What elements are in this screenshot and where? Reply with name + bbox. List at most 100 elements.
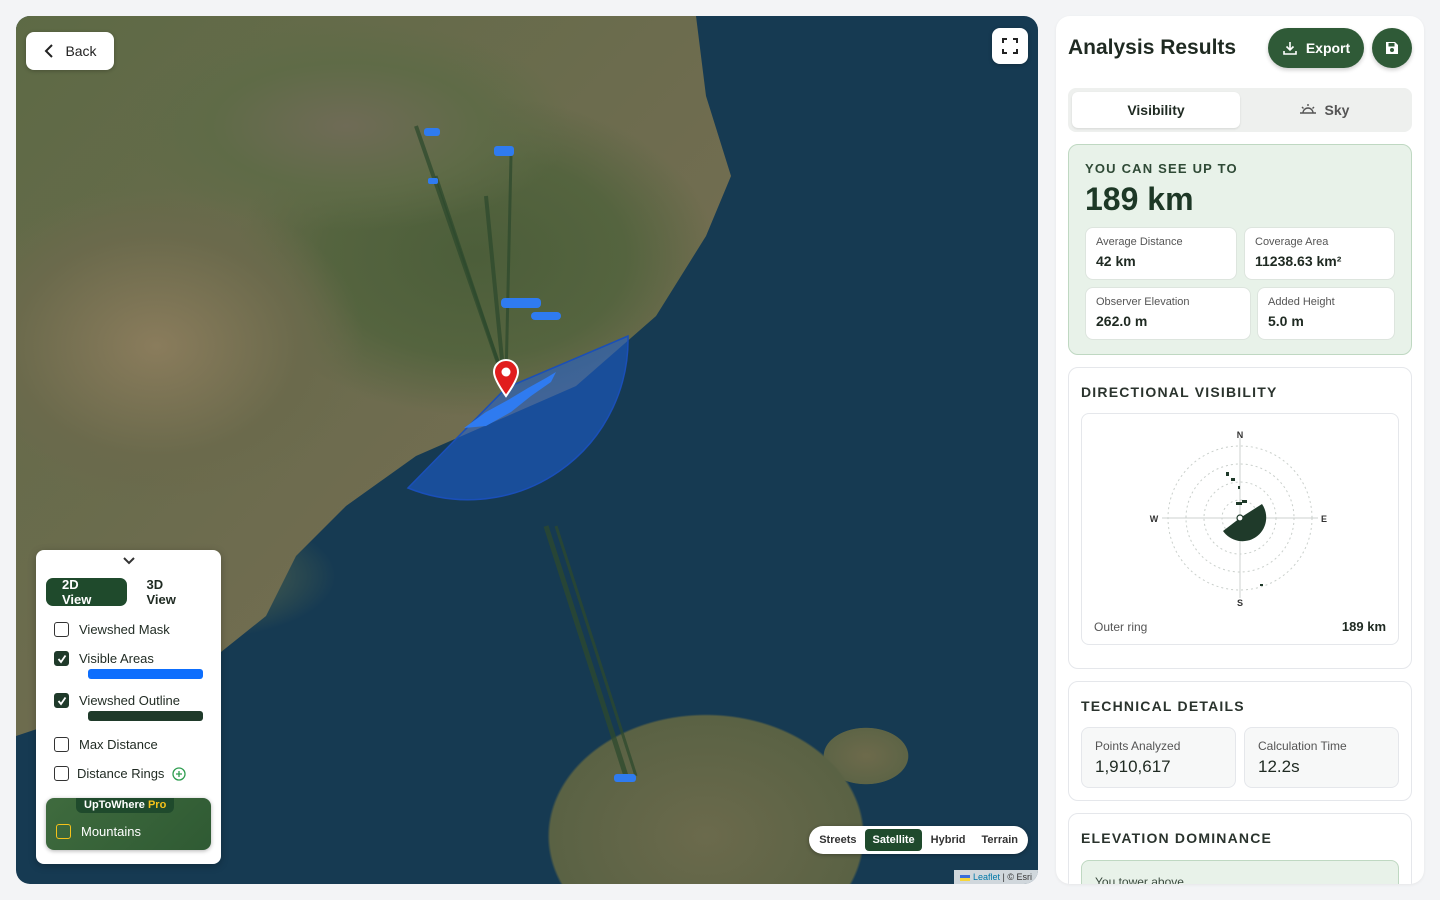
layer-label: Viewshed Outline [79, 693, 180, 708]
tech-points-analyzed: Points Analyzed 1,910,617 [1081, 727, 1236, 788]
visible-patch [494, 146, 514, 156]
elevation-preview-text: You tower above [1095, 875, 1184, 884]
stat-average-distance: Average Distance 42 km [1085, 227, 1237, 280]
max-distance-value: 189 km [1085, 181, 1194, 217]
checkbox[interactable] [56, 824, 71, 839]
download-icon [1283, 42, 1297, 55]
sight-line [504, 155, 513, 381]
visibility-speck [1242, 500, 1247, 503]
stat-value: 5.0 m [1268, 313, 1304, 329]
basemap-switcher: Streets Satellite Hybrid Terrain [809, 826, 1028, 854]
visibility-speck [1260, 584, 1263, 586]
map-view[interactable]: Back 2D View 3D View Viewshed Mask Visib… [16, 16, 1038, 884]
basemap-terrain[interactable]: Terrain [975, 829, 1025, 851]
section-title: DIRECTIONAL VISIBILITY [1081, 384, 1278, 400]
section-title: TECHNICAL DETAILS [1081, 698, 1245, 714]
visibility-sector [1223, 504, 1267, 542]
pro-tier: Pro [147, 799, 167, 811]
map-attribution: Leaflet | © Esri [954, 870, 1038, 884]
check-icon [57, 696, 66, 705]
stat-label: Added Height [1268, 296, 1335, 308]
back-label: Back [65, 43, 97, 59]
checkbox-checked[interactable] [54, 651, 69, 666]
attribution-text: | © Esri [1002, 872, 1032, 882]
checkbox[interactable] [54, 766, 69, 781]
basemap-hybrid[interactable]: Hybrid [924, 829, 973, 851]
outer-ring-value: 189 km [1341, 619, 1386, 634]
tech-calculation-time: Calculation Time 12.2s [1244, 727, 1399, 788]
chevron-down-icon [122, 557, 135, 565]
stat-value: 262.0 m [1096, 313, 1148, 329]
outer-ring-label: Outer ring [1094, 620, 1148, 634]
visible-patch [424, 128, 440, 136]
compass-s: S [1237, 598, 1243, 608]
results-tabs: Visibility Sky [1068, 88, 1412, 132]
compass-e: E [1321, 514, 1327, 524]
layer-control-panel: 2D View 3D View Viewshed Mask Visible Ar… [36, 550, 221, 864]
visible-patch [614, 774, 636, 782]
view-2d-tab[interactable]: 2D View [46, 577, 127, 607]
sidebar-header: Analysis Results Export [1068, 26, 1412, 70]
layer-viewshed-outline[interactable]: Viewshed Outline [54, 693, 211, 708]
floppy-disk-icon [1386, 42, 1398, 54]
observer-center-dot [1236, 514, 1244, 522]
visibility-summary-card: YOU CAN SEE UP TO 189 km Average Distanc… [1068, 144, 1412, 355]
fullscreen-button[interactable] [992, 28, 1028, 64]
layer-label: Mountains [81, 824, 141, 839]
sight-line [543, 525, 629, 777]
sight-line [554, 525, 638, 777]
stat-value: 11238.63 km² [1255, 253, 1342, 269]
sunrise-icon [1299, 104, 1316, 114]
pro-brand: UpToWhere [84, 799, 145, 811]
stat-coverage-area: Coverage Area 11238.63 km² [1244, 227, 1395, 280]
stat-label: Average Distance [1096, 236, 1183, 248]
tab-sky[interactable]: Sky [1240, 92, 1408, 128]
tab-sky-label: Sky [1324, 102, 1350, 118]
visible-areas-swatch [88, 669, 203, 679]
plus-circle-icon[interactable] [172, 766, 187, 781]
basemap-streets[interactable]: Streets [812, 829, 863, 851]
page-title: Analysis Results [1068, 36, 1237, 59]
checkbox[interactable] [54, 622, 69, 637]
layer-mountains[interactable]: Mountains [56, 824, 141, 839]
check-icon [57, 654, 66, 663]
save-button[interactable] [1372, 28, 1412, 68]
summary-caption: YOU CAN SEE UP TO [1085, 161, 1238, 176]
layer-max-distance[interactable]: Max Distance [54, 737, 211, 752]
stat-observer-elevation: Observer Elevation 262.0 m [1085, 287, 1251, 340]
leaflet-link[interactable]: Leaflet [973, 872, 1000, 882]
compass-n: N [1237, 430, 1244, 440]
visibility-speck [1238, 486, 1240, 489]
section-title: ELEVATION DOMINANCE [1081, 830, 1273, 846]
basemap-satellite[interactable]: Satellite [865, 829, 922, 851]
export-button[interactable]: Export [1268, 28, 1364, 68]
visible-patch [531, 312, 561, 320]
checkbox[interactable] [54, 737, 69, 752]
visible-patch [428, 178, 438, 184]
export-label: Export [1305, 40, 1351, 56]
visibility-speck [1236, 502, 1242, 505]
layer-viewshed-mask[interactable]: Viewshed Mask [54, 622, 211, 637]
checkbox-checked[interactable] [54, 693, 69, 708]
elevation-dominance-card: ELEVATION DOMINANCE You tower above [1068, 813, 1412, 884]
tech-label: Calculation Time [1258, 739, 1347, 753]
pro-layer-card[interactable]: UpToWhere Pro Mountains [46, 798, 211, 850]
layer-label: Visible Areas [79, 651, 154, 666]
visibility-compass-chart: N E S W [1150, 430, 1327, 608]
tech-value: 12.2s [1258, 757, 1300, 776]
back-button[interactable]: Back [26, 32, 114, 70]
elevation-preview: You tower above [1081, 860, 1399, 884]
tab-visibility[interactable]: Visibility [1072, 92, 1240, 128]
collapse-panel-button[interactable] [46, 550, 211, 574]
viewshed-wedge [406, 334, 629, 501]
visibility-speck [1226, 472, 1229, 476]
tech-value: 1,910,617 [1095, 757, 1171, 776]
chevron-left-icon [45, 44, 54, 58]
layer-label: Max Distance [79, 737, 158, 752]
layer-distance-rings[interactable]: Distance Rings [54, 766, 211, 781]
layer-visible-areas[interactable]: Visible Areas [54, 651, 211, 666]
layer-label: Distance Rings [77, 766, 165, 781]
visibility-speck [1231, 478, 1235, 481]
view-3d-tab[interactable]: 3D View [130, 577, 211, 607]
compass-panel: N E S W Outer ring 189 km [1081, 413, 1399, 645]
